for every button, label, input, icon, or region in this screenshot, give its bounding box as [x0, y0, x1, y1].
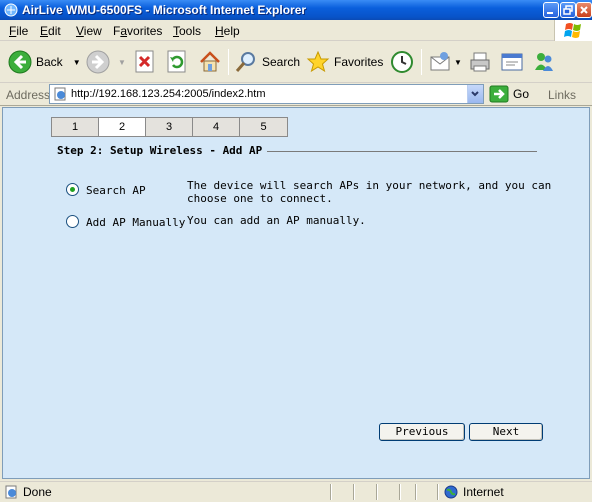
go-arrow-icon [489, 85, 509, 103]
close-icon [580, 6, 588, 14]
refresh-button[interactable] [166, 46, 188, 78]
menu-tools[interactable]: Tools [173, 24, 201, 38]
star-icon [306, 50, 330, 73]
mail-button[interactable]: ▼ [428, 46, 462, 78]
toolbar-separator [228, 49, 229, 75]
restore-icon [563, 5, 573, 15]
back-arrow-icon [8, 50, 32, 74]
toolbar-separator [421, 49, 422, 75]
status-divider [353, 484, 355, 500]
status-divider [376, 484, 378, 500]
search-ap-description-line1: The device will search APs in your netwo… [187, 179, 552, 192]
status-divider [330, 484, 332, 500]
close-button[interactable] [576, 2, 592, 18]
menu-help[interactable]: Help [215, 24, 240, 38]
chevron-down-icon [471, 91, 479, 97]
address-url: http://192.168.123.254:2005/index2.htm [71, 88, 266, 100]
edit-button[interactable] [500, 46, 524, 78]
status-divider [399, 484, 401, 500]
window-title: AirLive WMU-6500FS - Microsoft Internet … [22, 3, 307, 17]
menu-file[interactable]: File [9, 24, 28, 38]
menu-edit[interactable]: Edit [40, 24, 61, 38]
menu-bar: File Edit View Favorites Tools Help [0, 20, 592, 41]
back-dropdown-icon[interactable]: ▼ [73, 58, 81, 67]
title-bar: AirLive WMU-6500FS - Microsoft Internet … [0, 0, 592, 20]
search-button[interactable]: Search [234, 46, 300, 78]
edit-page-icon [501, 53, 523, 71]
search-ap-description-line2: choose one to connect. [187, 192, 333, 205]
toolbar: Back ▼ ▼ Search Favorites ▼ [0, 41, 592, 83]
previous-button[interactable]: Previous [379, 423, 465, 441]
wizard-step-2[interactable]: 2 [99, 118, 146, 136]
wizard-step-tabs: 1 2 3 4 5 [51, 117, 288, 137]
forward-arrow-icon [86, 50, 110, 74]
wizard-step-1[interactable]: 1 [52, 118, 99, 136]
favorites-button[interactable]: Favorites [306, 46, 383, 78]
forward-button[interactable]: ▼ [86, 46, 126, 78]
print-button[interactable] [468, 46, 492, 78]
wizard-step-3[interactable]: 3 [146, 118, 193, 136]
wizard-step-5[interactable]: 5 [240, 118, 287, 136]
history-button[interactable] [390, 46, 414, 78]
page-done-icon [5, 485, 17, 499]
globe-icon [444, 485, 458, 499]
security-zone: Internet [444, 485, 504, 499]
minimize-button[interactable] [543, 2, 559, 18]
wizard-step-4[interactable]: 4 [193, 118, 240, 136]
status-done: Done [4, 485, 52, 499]
add-ap-manually-description: You can add an AP manually. [187, 214, 366, 227]
history-clock-icon [391, 51, 413, 73]
search-ap-radio[interactable] [66, 183, 79, 196]
printer-icon [470, 52, 490, 72]
add-ap-manually-label[interactable]: Add AP Manually [86, 216, 185, 229]
address-dropdown-button[interactable] [467, 85, 483, 103]
address-bar: Address http://192.168.123.254:2005/inde… [0, 83, 592, 106]
home-icon [200, 51, 220, 72]
menu-view[interactable]: View [76, 24, 102, 38]
search-icon [235, 52, 255, 72]
page-content: 1 2 3 4 5 Step 2: Setup Wireless - Add A… [2, 107, 590, 479]
home-button[interactable] [198, 46, 222, 78]
stop-icon [135, 50, 154, 73]
links-button[interactable]: Links [548, 88, 576, 102]
mail-icon [430, 52, 450, 71]
back-button[interactable]: Back ▼ [8, 46, 81, 78]
maximize-button[interactable] [560, 2, 576, 18]
menu-favorites[interactable]: Favorites [113, 24, 162, 38]
next-button[interactable]: Next [469, 423, 543, 441]
page-icon [54, 87, 66, 101]
minimize-icon [547, 12, 553, 14]
section-title: Step 2: Setup Wireless - Add AP [57, 144, 268, 157]
search-ap-label[interactable]: Search AP [86, 184, 146, 197]
forward-dropdown-icon: ▼ [118, 57, 126, 67]
messenger-icon [535, 53, 553, 71]
status-divider [437, 484, 439, 500]
address-label: Address [6, 88, 51, 102]
address-input[interactable]: http://192.168.123.254:2005/index2.htm [49, 84, 484, 104]
mail-dropdown-icon[interactable]: ▼ [454, 58, 462, 67]
windows-logo-icon [554, 20, 592, 41]
stop-button[interactable] [134, 46, 156, 78]
status-divider [415, 484, 417, 500]
radio-selected-dot [70, 187, 75, 192]
messenger-button[interactable] [532, 46, 556, 78]
refresh-icon [167, 50, 186, 73]
status-bar: Done Internet [0, 481, 592, 502]
go-button[interactable]: Go [489, 85, 529, 103]
ie-app-icon [4, 3, 18, 17]
add-ap-manually-radio[interactable] [66, 215, 79, 228]
